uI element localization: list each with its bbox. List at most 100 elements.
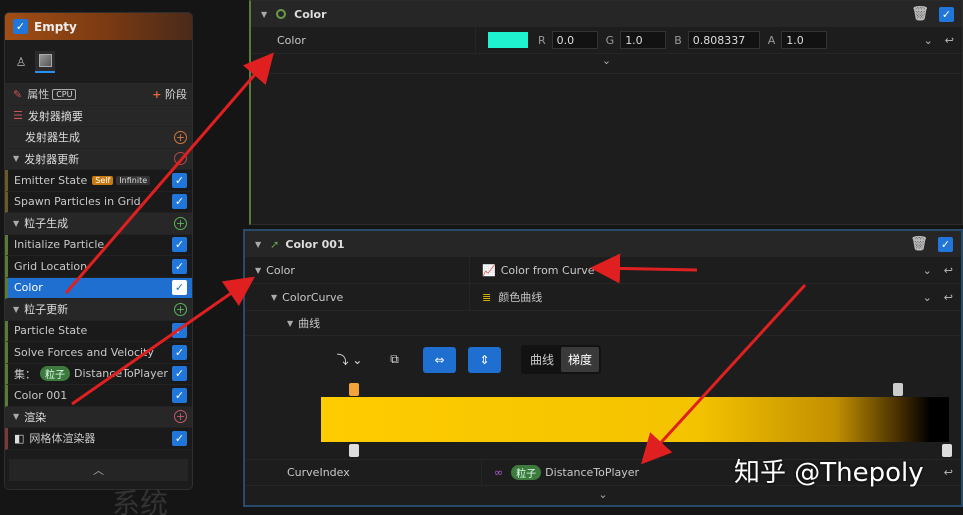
module-initialize-particle[interactable]: Initialize Particle ✓ xyxy=(5,234,192,256)
database-icon: ≣ xyxy=(482,290,492,304)
chevron-down-icon[interactable]: ⌄ xyxy=(923,291,932,304)
module-checkbox[interactable]: ✓ xyxy=(172,194,187,210)
reset-icon[interactable]: ↩ xyxy=(945,34,954,47)
color-swatch[interactable] xyxy=(488,32,528,48)
properties-row[interactable]: ✎ 属性 CPU + 阶段 xyxy=(5,84,192,106)
collapse-icon[interactable]: ▼ xyxy=(255,240,261,249)
add-stage-button[interactable]: + 阶段 xyxy=(152,86,187,102)
a-field[interactable]: 1.0 xyxy=(781,31,828,49)
gradient-stop-alpha-start[interactable] xyxy=(349,383,359,396)
properties-label: 属性 xyxy=(27,88,50,102)
expand-button[interactable]: ⌄ xyxy=(245,488,961,501)
fit-vertical-icon[interactable]: ⇕ xyxy=(468,346,501,373)
curve-select-icon[interactable]: ⤵ ⌄ xyxy=(333,347,366,373)
module-grid-location[interactable]: Grid Location ✓ xyxy=(5,256,192,278)
trash-icon[interactable]: 🗑 xyxy=(911,6,929,22)
module-mesh-renderer[interactable]: ◧ 网格体渲染器 ✓ xyxy=(5,428,192,450)
curve-mode-button[interactable]: 曲线 xyxy=(523,347,561,372)
emitter-enable-checkbox[interactable]: ✓ xyxy=(13,19,28,34)
module-particle-state[interactable]: Particle State ✓ xyxy=(5,320,192,342)
section-render[interactable]: ▼ 渲染 + xyxy=(5,406,192,428)
add-render-icon[interactable]: + xyxy=(174,410,187,424)
b-field[interactable]: 0.808337 xyxy=(687,31,760,49)
color-property-row: ▼ Color 📈 Color from Curve ⌄ ↩ xyxy=(245,257,961,284)
reset-icon[interactable]: ↩ xyxy=(944,264,953,277)
collapse-icon[interactable]: ▼ xyxy=(13,154,19,163)
section-particle-spawn[interactable]: ▼ 粒子生成 + xyxy=(5,213,192,235)
open-editor-icon[interactable]: ⧉ xyxy=(378,347,411,373)
dynamic-input-value[interactable]: Color from Curve xyxy=(501,264,595,277)
enable-checkbox[interactable]: ✓ xyxy=(939,6,954,22)
module-checkbox[interactable]: ✓ xyxy=(172,366,187,382)
self-badge: Self xyxy=(92,175,114,185)
module-checkbox[interactable]: ✓ xyxy=(172,172,187,188)
list-icon: ☰ xyxy=(13,109,23,123)
emitter-node: ✓ Empty ♙ ✎ 属性 CPU + 阶段 ☰ 发射器摘要 发射器生成 + … xyxy=(4,12,193,490)
collapse-icon[interactable]: ▼ xyxy=(287,319,293,328)
section-emitter-update[interactable]: ▼ 发射器更新 xyxy=(5,148,192,170)
module-checkbox[interactable]: ✓ xyxy=(172,280,187,296)
g-field[interactable]: 1.0 xyxy=(620,31,667,49)
gradient-stop-alpha-end[interactable] xyxy=(893,383,903,396)
curve-index-value[interactable]: DistanceToPlayer xyxy=(545,466,639,479)
gradient-stop-color-start[interactable] xyxy=(349,444,359,457)
module-checkbox[interactable]: ✓ xyxy=(172,323,187,339)
panel-title: Color xyxy=(294,7,327,21)
module-color-001[interactable]: Color 001 ✓ xyxy=(5,385,192,407)
background-text: 系统 xyxy=(112,487,169,515)
module-checkbox[interactable]: ✓ xyxy=(172,344,187,360)
color-gradient-bar[interactable] xyxy=(321,397,949,442)
enable-checkbox[interactable]: ✓ xyxy=(938,236,953,252)
section-summary[interactable]: ☰ 发射器摘要 xyxy=(5,105,192,127)
module-solve-forces[interactable]: Solve Forces and Velocity ✓ xyxy=(5,342,192,364)
reset-icon[interactable]: ↩ xyxy=(944,291,953,304)
collapse-node-button[interactable]: ︿ xyxy=(9,459,188,481)
panel-header: ▼ ➚ Color 001 🗑 ✓ xyxy=(245,231,961,257)
fit-horizontal-icon[interactable]: ⇔ xyxy=(423,346,456,373)
collapse-icon[interactable]: ▼ xyxy=(13,219,19,228)
node-header: ✓ Empty xyxy=(5,13,192,40)
mesh-renderer-icon: ◧ xyxy=(14,431,25,445)
add-emitter-update-icon[interactable] xyxy=(174,152,187,166)
module-set-distance[interactable]: 集： 粒子 DistanceToPlayer ✓ xyxy=(5,363,192,385)
expand-button[interactable]: ⌄ xyxy=(251,54,962,74)
module-checkbox[interactable]: ✓ xyxy=(172,430,187,446)
gradient-mode-button[interactable]: 梯度 xyxy=(561,347,600,372)
module-checkbox[interactable]: ✓ xyxy=(172,258,187,274)
view-mode-toggle: 曲线 梯度 xyxy=(521,345,602,374)
panel-header: ▼ Color 🗑 ✓ xyxy=(251,1,962,27)
module-checkbox[interactable]: ✓ xyxy=(172,237,187,253)
module-checkbox[interactable]: ✓ xyxy=(172,387,187,403)
section-particle-update[interactable]: ▼ 粒子更新 + xyxy=(5,299,192,321)
particle-icon[interactable]: ♙ xyxy=(11,51,31,73)
collapse-icon[interactable]: ▼ xyxy=(271,293,277,302)
chevron-down-icon[interactable]: ⌄ xyxy=(923,264,932,277)
module-spawn-grid[interactable]: Spawn Particles in Grid ✓ xyxy=(5,191,192,213)
section-emitter-spawn[interactable]: 发射器生成 + xyxy=(5,127,192,149)
curve-toolbar: ⤵ ⌄ ⧉ ⇔ ⇕ 曲线 梯度 xyxy=(333,345,602,374)
add-particle-update-icon[interactable]: + xyxy=(174,302,187,316)
watermark: 知乎 @Thepoly xyxy=(734,458,924,488)
trash-icon[interactable]: 🗑 xyxy=(910,236,928,252)
particle-pill: 粒子 xyxy=(40,366,70,382)
collapse-icon[interactable]: ▼ xyxy=(255,266,261,275)
add-particle-spawn-icon[interactable]: + xyxy=(174,216,187,230)
collapse-icon[interactable]: ▼ xyxy=(13,412,19,421)
gradient-stop-color-end[interactable] xyxy=(942,444,952,457)
add-emitter-spawn-icon[interactable]: + xyxy=(174,130,187,144)
collapse-icon[interactable]: ▼ xyxy=(261,10,267,19)
colorcurve-property-row: ▼ ColorCurve ≣ 颜色曲线 ⌄ ↩ xyxy=(245,284,961,311)
mesh-icon[interactable] xyxy=(35,50,55,73)
color-label: Color xyxy=(277,33,306,47)
color-module-icon xyxy=(276,9,287,19)
reset-icon[interactable]: ↩ xyxy=(944,466,953,479)
r-field[interactable]: 0.0 xyxy=(551,31,598,49)
pencil-icon: ✎ xyxy=(13,87,23,101)
module-emitter-state[interactable]: Emitter State Self Infinite ✓ xyxy=(5,170,192,192)
collapse-icon[interactable]: ▼ xyxy=(13,305,19,314)
chevron-down-icon[interactable]: ⌄ xyxy=(924,34,933,47)
panel-title: Color 001 xyxy=(285,237,345,251)
curve-asset-value[interactable]: 颜色曲线 xyxy=(498,289,542,305)
module-color[interactable]: Color ✓ xyxy=(5,277,192,299)
color-module-panel: ▼ Color 🗑 ✓ Color R 0.0 G 1.0 B 0.808337… xyxy=(249,0,963,225)
